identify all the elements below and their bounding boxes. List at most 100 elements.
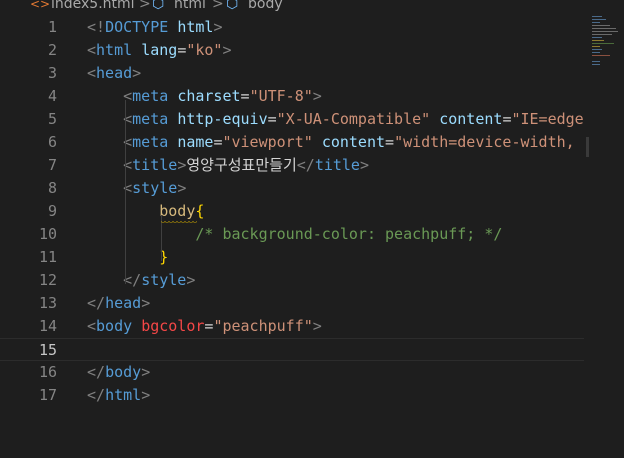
code-line[interactable]: 2 <html lang="ko"> — [0, 39, 584, 62]
minimap-line — [592, 43, 614, 44]
minimap-line — [592, 64, 600, 65]
code-token: title — [132, 156, 178, 174]
code-token: DOCTYPE — [105, 18, 169, 36]
line-number: 14 — [38, 317, 57, 335]
code-token: { — [195, 202, 205, 220]
line-number: 3 — [47, 64, 57, 82]
breadcrumb-file[interactable]: index5.html — [51, 0, 135, 11]
code-token: html — [96, 41, 133, 59]
line-number: 9 — [47, 202, 57, 220]
code-token: </ — [87, 363, 106, 381]
code-token: > — [141, 294, 151, 312]
code-token: > — [213, 18, 223, 36]
breadcrumb-body[interactable]: body — [248, 0, 283, 11]
code-line[interactable]: 8 <style> — [0, 177, 584, 200]
code-token: lang — [141, 41, 178, 59]
line-number: 4 — [47, 87, 57, 105]
breadcrumb-html[interactable]: html — [174, 0, 206, 11]
code-token: > — [141, 363, 151, 381]
code-token: bgcolor — [141, 317, 205, 335]
code-line[interactable]: 4 <meta charset="UTF-8"> — [0, 85, 584, 108]
element-cube-icon: ⬡ — [226, 0, 239, 12]
code-line[interactable]: 7 <title>영양구성표만들기</title> — [0, 154, 584, 177]
code-token: http-equiv — [177, 110, 268, 128]
code-line[interactable]: 10 /* background-color: peachpuff; */ — [0, 223, 584, 246]
code-text: </body> — [87, 361, 150, 384]
code-token: "IE=edge" — [511, 110, 584, 128]
minimap-line — [592, 31, 618, 32]
line-number: 15 — [38, 341, 57, 359]
line-number: 8 — [47, 179, 57, 197]
code-token: "viewport" — [222, 133, 313, 151]
code-token: <! — [87, 18, 106, 36]
code-line[interactable]: 14 <body bgcolor="peachpuff"> — [0, 315, 584, 338]
code-token: meta — [132, 133, 169, 151]
minimap-line — [592, 46, 600, 47]
code-line[interactable]: 16 </body> — [0, 361, 584, 384]
code-token: body — [159, 202, 196, 220]
code-token: > — [312, 317, 322, 335]
code-token: "peachpuff" — [213, 317, 313, 335]
minimap-line — [592, 25, 610, 26]
code-text: <meta http-equiv="X-UA-Compatible" conte… — [87, 108, 584, 131]
line-number: 17 — [38, 386, 57, 404]
minimap-line — [592, 34, 612, 35]
code-editor[interactable]: 17 </html> 16 </body> 15 14 <body bgcolor="pea… — [0, 14, 584, 458]
code-text: <!DOCTYPE html> — [87, 16, 222, 39]
code-token: > — [177, 179, 187, 197]
code-line[interactable]: 17 </html> — [0, 384, 584, 407]
code-token: body — [105, 363, 142, 381]
code-text: <html lang="ko"> — [87, 39, 232, 62]
code-line[interactable]: 9 body{ — [0, 200, 584, 223]
code-line[interactable]: 5 <meta http-equiv="X-UA-Compatible" con… — [0, 108, 584, 131]
code-token: = — [177, 41, 187, 59]
code-text: </html> — [87, 384, 150, 407]
code-text: <meta charset="UTF-8"> — [87, 85, 322, 108]
line-number: 6 — [47, 133, 57, 151]
code-token: charset — [177, 87, 241, 105]
line-number: 16 — [38, 363, 57, 381]
code-line[interactable]: 11 } — [0, 246, 584, 269]
code-token: meta — [132, 87, 169, 105]
code-line[interactable]: 6 <meta name="viewport" content="width=d… — [0, 131, 584, 154]
code-line[interactable]: 3 <head> — [0, 62, 584, 85]
code-token: "ko" — [186, 41, 223, 59]
element-cube-icon: ⬡ — [152, 0, 165, 12]
minimap[interactable] — [586, 14, 624, 458]
code-token: > — [359, 156, 369, 174]
code-token: > — [132, 64, 142, 82]
code-text: <title>영양구성표만들기</title> — [87, 154, 369, 177]
code-token: /* background-color: peachpuff; */ — [195, 225, 503, 243]
scrollbar-marker — [586, 137, 589, 157]
code-token: > — [312, 87, 322, 105]
code-token: = — [385, 133, 395, 151]
code-token: content — [439, 110, 503, 128]
line-number: 7 — [47, 156, 57, 174]
code-line[interactable]: 15 — [0, 338, 584, 361]
code-token: </ — [296, 156, 315, 174]
chevron-right-icon: > — [139, 0, 151, 12]
minimap-line — [592, 19, 606, 20]
code-line[interactable]: 12 </style> — [0, 269, 584, 292]
code-token: </ — [87, 386, 106, 404]
breadcrumb: <> index5.html > ⬡ html > ⬡ body — [0, 0, 624, 14]
minimap-line — [592, 49, 602, 50]
code-token: > — [177, 156, 187, 174]
line-number: 12 — [38, 271, 57, 289]
code-token: < — [87, 41, 97, 59]
line-number: 1 — [47, 18, 57, 36]
code-line[interactable]: 1 <!DOCTYPE html> — [0, 16, 584, 39]
code-line[interactable]: 13 </head> — [0, 292, 584, 315]
